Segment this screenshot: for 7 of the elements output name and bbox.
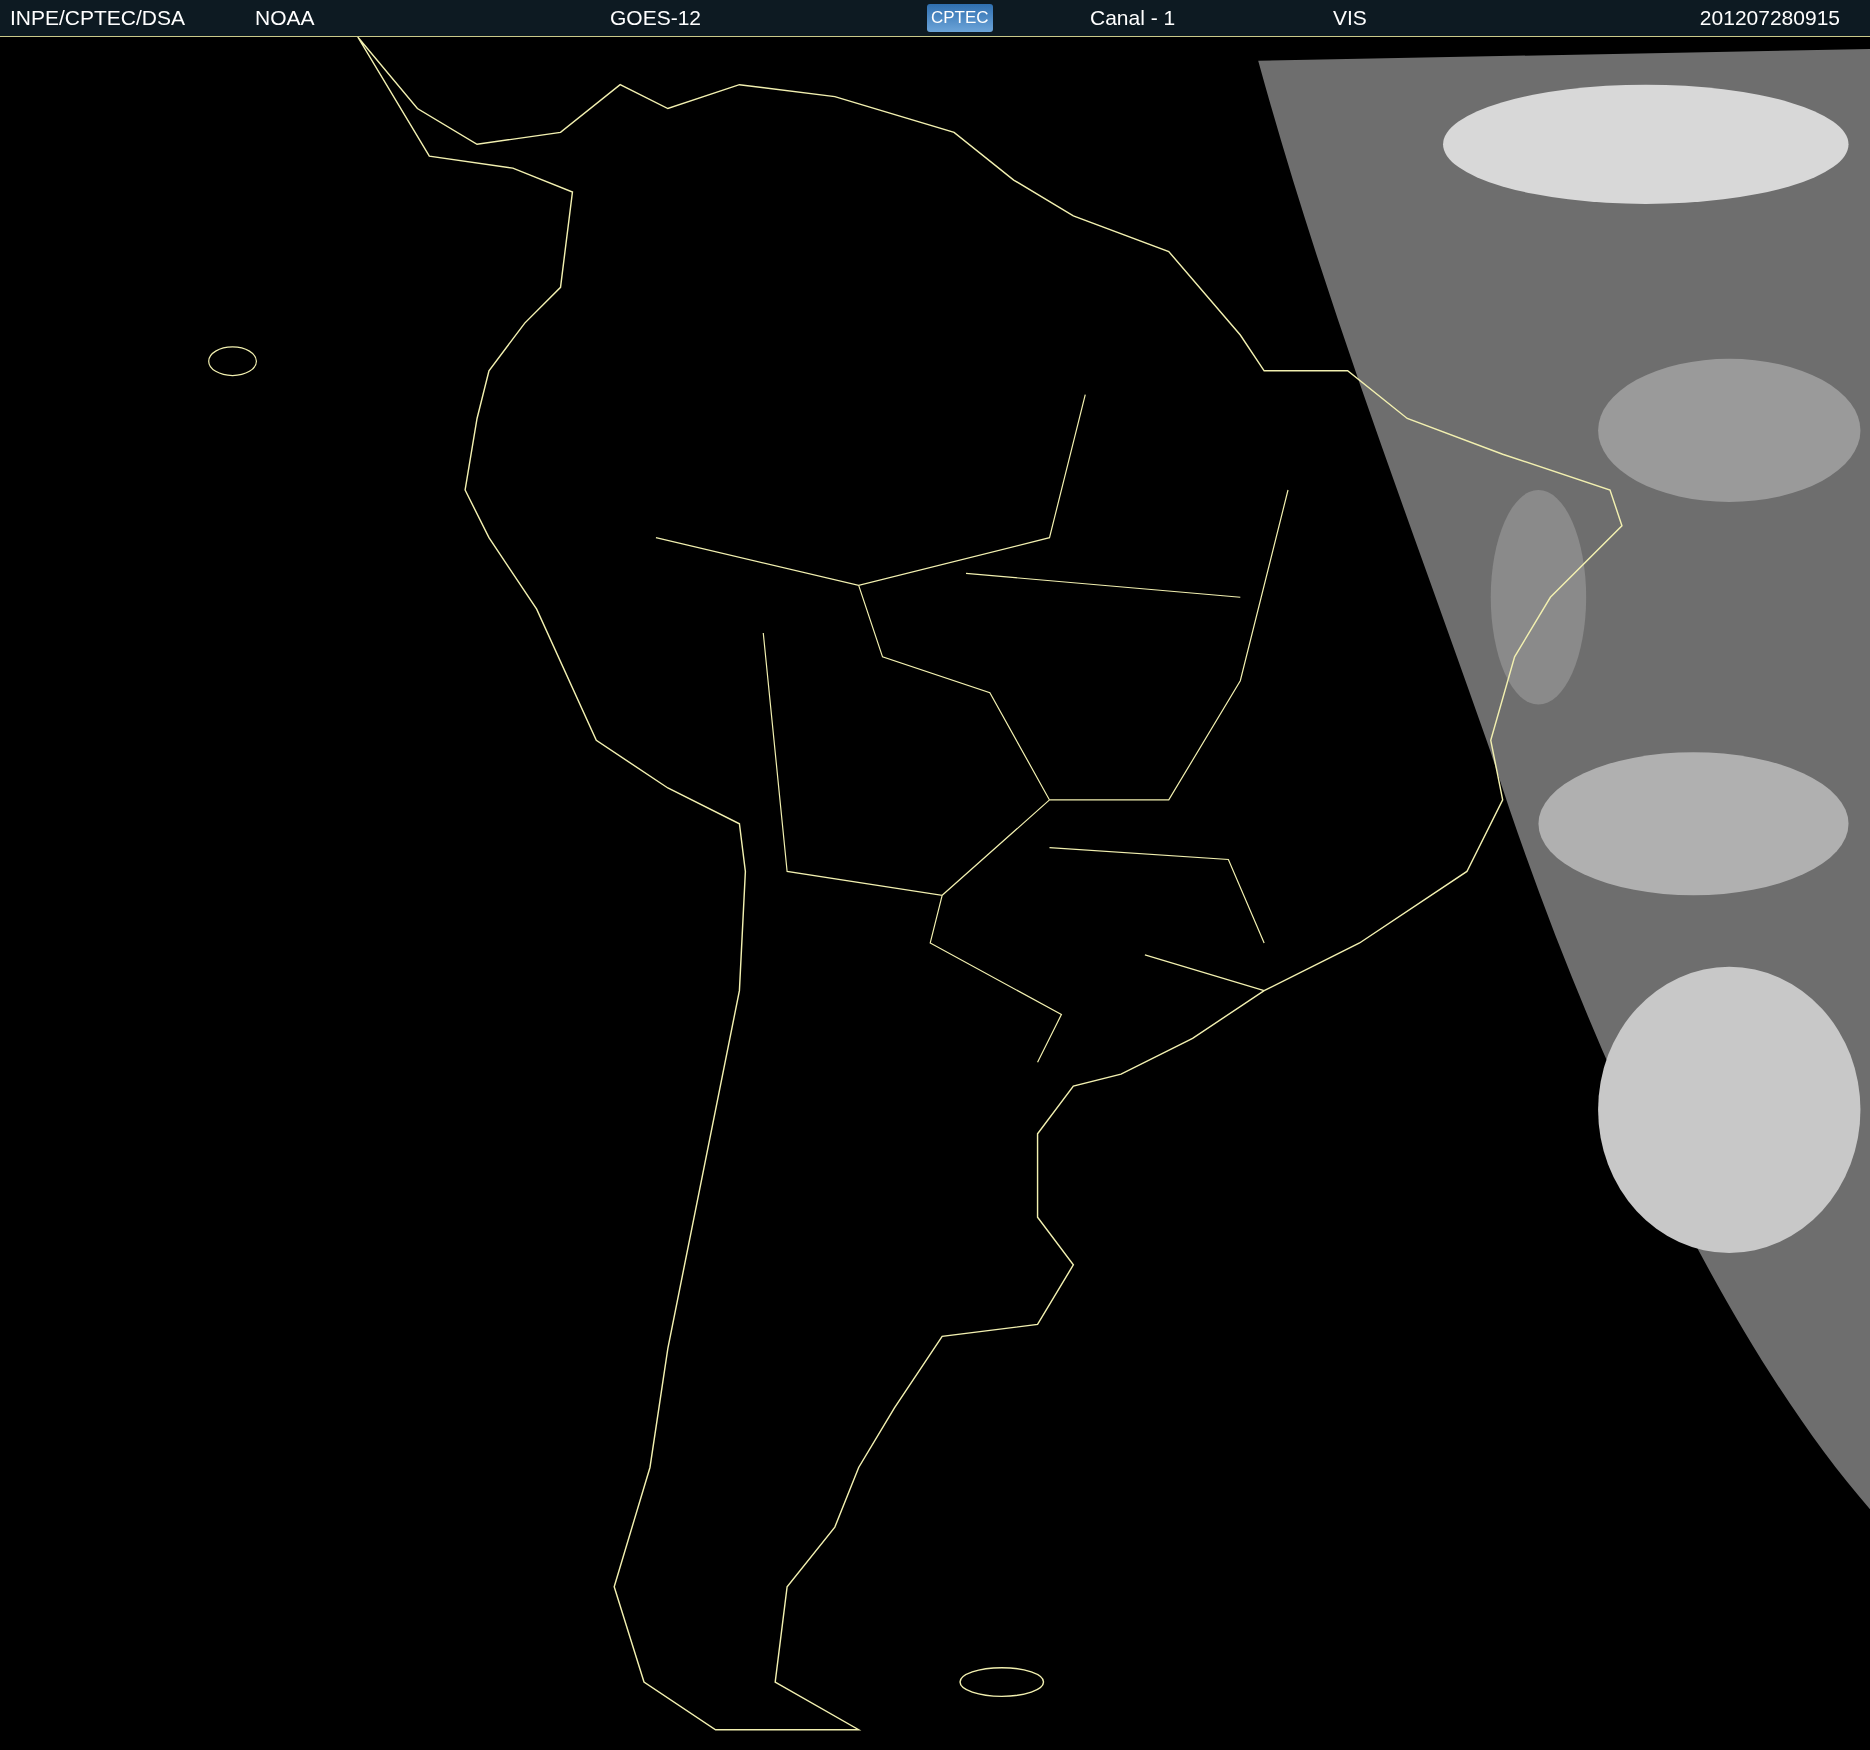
logo: CPTEC	[927, 4, 993, 32]
header-label: GOES-12	[610, 6, 702, 30]
header-label: NOAA	[255, 6, 315, 30]
header-label: INPE/CPTEC/DSA	[10, 6, 186, 30]
header-label: 201207280915	[1699, 6, 1841, 30]
header-label: VIS	[1333, 6, 1367, 30]
header-label: Canal - 1	[1090, 6, 1176, 30]
